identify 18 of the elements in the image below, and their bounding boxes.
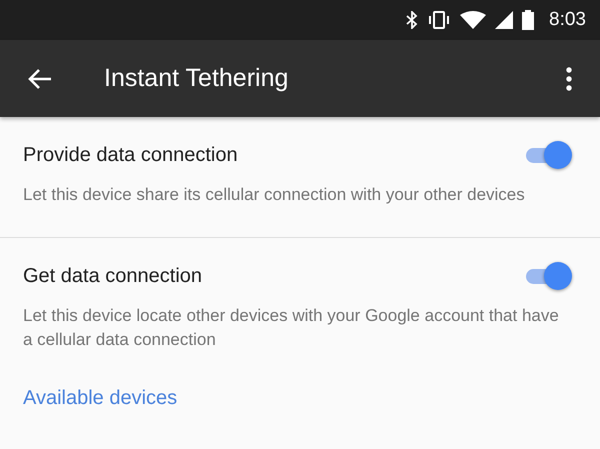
setting-description: Let this device share its cellular connection with your other devices (23, 184, 526, 206)
more-options-icon (566, 66, 572, 90)
bluetooth-icon (406, 11, 418, 29)
clock-time: 8:03 (549, 9, 586, 31)
more-options-button[interactable] (566, 66, 572, 90)
toggle-switch[interactable] (524, 261, 572, 291)
vibrate-icon (427, 11, 452, 29)
setting-description: Let this device locate other devices with your Google account that have a cellular data connection (23, 305, 560, 351)
back-button[interactable] (28, 68, 52, 90)
app-bar-title: Instant Tethering (104, 64, 288, 93)
wifi-icon (460, 11, 486, 29)
section-header: Available devices (22, 387, 178, 410)
back-arrow-icon (28, 68, 52, 90)
toggle-switch[interactable] (524, 140, 572, 170)
setting-title: Get data connection (23, 264, 202, 288)
setting-title: Provide data connection (23, 144, 238, 166)
signal-icon (495, 11, 514, 29)
battery-icon (522, 10, 534, 30)
